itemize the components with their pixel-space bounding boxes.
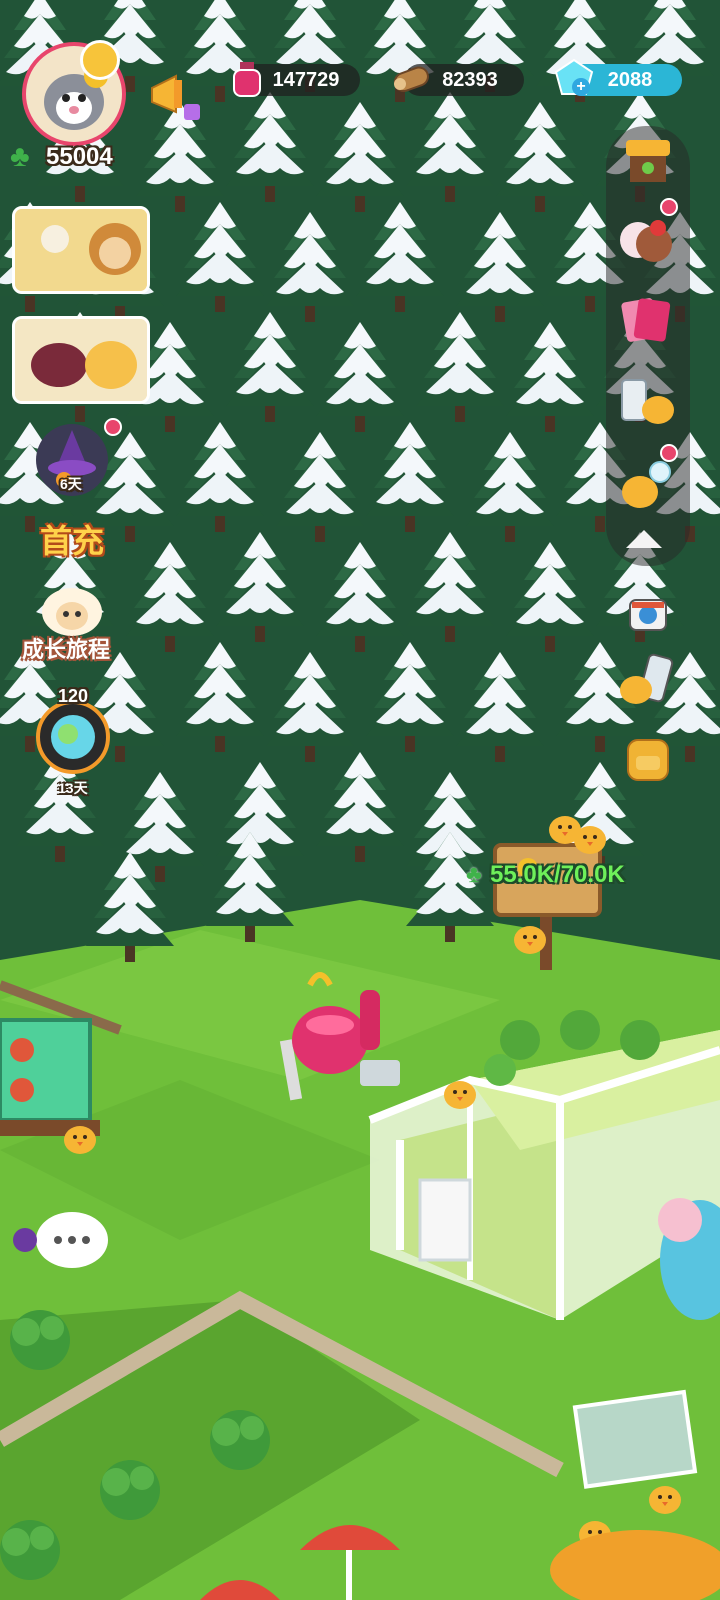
gem-amount: 2088 xyxy=(607,69,653,91)
potion-icon xyxy=(233,62,261,97)
world-level: 120 xyxy=(58,686,89,706)
shop-stall-button[interactable] xyxy=(618,130,678,190)
clover-icon: ♣ xyxy=(10,140,30,173)
wood-amount: 82393 xyxy=(442,69,498,91)
megaphone-icon xyxy=(151,74,200,120)
album-button[interactable] xyxy=(614,288,678,352)
clover-count: 55004 xyxy=(46,143,113,170)
chick-character[interactable] xyxy=(649,1486,681,1514)
globe-icon xyxy=(51,715,95,759)
notification-dot xyxy=(660,198,678,216)
backpack-icon xyxy=(627,739,669,781)
berry-bush xyxy=(10,1310,70,1370)
shop-stall-icon xyxy=(626,140,670,182)
camera-button[interactable] xyxy=(626,592,670,636)
chick-character[interactable] xyxy=(514,926,546,954)
potion-resource[interactable]: 147729 xyxy=(233,62,360,97)
world-days: 13天 xyxy=(58,780,88,796)
chick-character[interactable] xyxy=(64,1126,96,1154)
wood-resource[interactable]: 82393 xyxy=(393,64,524,96)
notification-dot xyxy=(104,418,122,436)
flower xyxy=(658,1198,702,1242)
wood-log-icon xyxy=(393,66,429,93)
growth-journey-button[interactable]: 成长旅程 xyxy=(20,580,124,670)
potion-amount: 147729 xyxy=(272,69,340,91)
cards-icon xyxy=(621,298,671,342)
event-banner-lion[interactable] xyxy=(12,206,150,294)
phone-icon xyxy=(620,653,674,704)
sheep-icon xyxy=(42,588,102,636)
flower-bush xyxy=(0,1520,60,1580)
lion-banner-icon xyxy=(15,209,147,291)
first-recharge-label: 首充 xyxy=(40,523,105,559)
clover-icon: ♣ xyxy=(466,861,482,888)
backpack-button[interactable] xyxy=(616,726,680,790)
sign-progress-text: 55.0K/70.0K xyxy=(490,861,625,888)
chick-shop-button[interactable] xyxy=(614,370,678,434)
chick-character[interactable] xyxy=(574,826,606,854)
world-level-button[interactable] xyxy=(36,700,110,774)
growth-journey-label: 成长旅程 xyxy=(22,637,111,662)
announcement-button[interactable] xyxy=(146,66,206,126)
flower-bush xyxy=(210,1410,270,1470)
flower-bush xyxy=(100,1460,160,1520)
chick-character[interactable] xyxy=(444,1081,476,1109)
chevron-up-icon xyxy=(626,530,662,548)
first-recharge-button[interactable]: 首充 xyxy=(30,514,120,564)
event-banner-chicks[interactable] xyxy=(12,316,150,404)
event-witch-button[interactable]: 6天 xyxy=(36,424,108,496)
event-days: 6天 xyxy=(60,476,82,492)
fruit-crate[interactable] xyxy=(0,1018,100,1136)
chick-phone-icon xyxy=(621,379,674,424)
collapse-menu-button[interactable] xyxy=(622,524,666,554)
camera-icon xyxy=(629,599,667,631)
gem-resource[interactable]: + 2088 xyxy=(554,58,682,96)
notification-dot xyxy=(660,444,678,462)
chicks-banner-icon xyxy=(15,319,147,401)
phone-chick-button[interactable] xyxy=(616,650,680,714)
sun-badge-icon xyxy=(80,40,120,80)
gem-add-icon[interactable]: + xyxy=(572,78,590,96)
